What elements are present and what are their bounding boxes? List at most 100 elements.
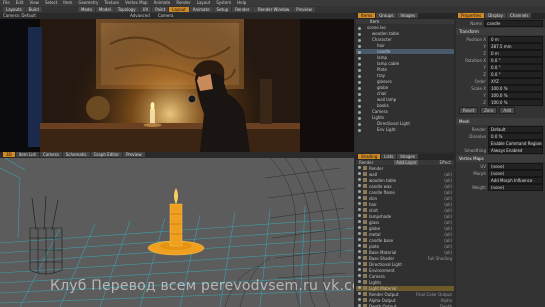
layout-tab-uv[interactable]: UV (139, 7, 152, 12)
visibility-eye-icon[interactable] (358, 256, 361, 259)
menu-item-file[interactable]: File (3, 0, 10, 5)
camera-label[interactable]: Camera: Default (3, 13, 36, 18)
vertex-0-field[interactable]: (none) (488, 162, 543, 170)
visibility-eye-icon[interactable] (358, 68, 361, 72)
vertex-2-field[interactable]: Add Morph Influence (488, 176, 543, 184)
transform-3-field[interactable]: 0.0 ° (488, 56, 543, 64)
items-tab-items[interactable]: Items (358, 13, 376, 18)
visibility-eye-icon[interactable] (358, 86, 361, 90)
menu-item-select[interactable]: Select (45, 0, 57, 5)
transform-9-field[interactable]: 100.0 % (488, 98, 543, 106)
visibility-eye-icon[interactable] (358, 244, 361, 247)
visibility-eye-icon[interactable] (358, 128, 361, 132)
menu-item-layout[interactable]: Layout (197, 0, 211, 5)
render-viewport[interactable]: Camera: Default Advanced Camera (0, 13, 354, 152)
menu-item-view[interactable]: View (29, 0, 39, 5)
visibility-eye-icon[interactable] (358, 44, 361, 48)
menu-item-system[interactable]: System (216, 0, 231, 5)
transform-4-field[interactable]: 0.0 ° (488, 63, 543, 71)
visibility-eye-icon[interactable] (358, 122, 361, 126)
menu-item-animate[interactable]: Animate (154, 0, 171, 5)
visibility-eye-icon[interactable] (358, 208, 361, 211)
reset-button[interactable]: Reset (459, 107, 479, 114)
layout-tab-animate[interactable]: Animate (189, 7, 213, 12)
visibility-eye-icon[interactable] (358, 274, 361, 277)
viewport-option-camera[interactable]: Camera (158, 13, 174, 18)
transform-6-field[interactable]: XYZ (488, 77, 543, 85)
mesh-3-field[interactable]: Always Enabled (488, 146, 543, 154)
wireframe-viewport[interactable]: 3D Item List Camera Schematic Graph Editor Pr… (0, 152, 354, 307)
visibility-eye-icon[interactable] (358, 262, 361, 265)
menu-item-help[interactable]: Help (237, 0, 246, 5)
visibility-eye-icon[interactable] (358, 32, 361, 36)
layout-tab-model[interactable]: Model (95, 7, 114, 12)
properties-tab-channels[interactable]: Channels (506, 13, 532, 18)
visibility-eye-icon[interactable] (358, 202, 361, 205)
vertex-1-field[interactable]: (none) (488, 169, 543, 177)
visibility-eye-icon[interactable] (358, 220, 361, 223)
visibility-eye-icon[interactable] (358, 56, 361, 60)
visibility-eye-icon[interactable] (358, 62, 361, 66)
mesh-1-field[interactable]: 0.0 % (488, 132, 543, 140)
visibility-eye-icon[interactable] (358, 92, 361, 96)
layout-tab-topology[interactable]: Topology (114, 7, 139, 12)
toolbar-layouts-button[interactable]: Layouts (3, 7, 25, 12)
visibility-eye-icon[interactable] (358, 238, 361, 241)
mesh-section[interactable]: Mesh (456, 118, 545, 125)
layout-tab-paint[interactable]: Paint (152, 7, 169, 12)
viewport-tab-preview[interactable]: Preview (123, 152, 145, 157)
visibility-eye-icon[interactable] (358, 286, 361, 289)
visibility-eye-icon[interactable] (358, 110, 361, 114)
shader-tab-lists[interactable]: Lists (381, 154, 397, 159)
shader-tab-shading[interactable]: Shading (358, 154, 381, 159)
viewport-tab-item-list[interactable]: Item List (15, 152, 39, 157)
visibility-eye-icon[interactable] (358, 196, 361, 199)
mesh-2-field[interactable]: Enable Command Regions (488, 139, 543, 147)
transform-0-field[interactable]: 0 m (488, 35, 543, 43)
viewport-option-advanced[interactable]: Advanced (130, 13, 150, 18)
visibility-eye-icon[interactable] (358, 298, 361, 301)
toolbar-build-button[interactable]: Build (25, 7, 42, 12)
shader-tab-images[interactable]: Images (397, 154, 418, 159)
item-row[interactable]: Env Light (356, 127, 454, 133)
visibility-eye-icon[interactable] (358, 166, 361, 169)
visibility-eye-icon[interactable] (358, 26, 361, 30)
layout-tab-modo[interactable]: Modo (78, 7, 95, 12)
viewport-tab-camera[interactable]: Camera (40, 152, 62, 157)
zero-button[interactable]: Zero (480, 107, 498, 114)
items-tab-images[interactable]: Images (397, 13, 419, 18)
transform-2-field[interactable]: 0 m (488, 49, 543, 57)
visibility-eye-icon[interactable] (358, 178, 361, 181)
visibility-eye-icon[interactable] (358, 184, 361, 187)
menu-item-geometry[interactable]: Geometry (78, 0, 98, 5)
transform-section[interactable]: Transform (456, 28, 545, 35)
visibility-eye-icon[interactable] (358, 38, 361, 42)
properties-tab-properties[interactable]: Properties (458, 13, 485, 18)
properties-tab-display[interactable]: Display (485, 13, 506, 18)
transform-5-field[interactable]: 0.0 ° (488, 70, 543, 78)
transform-7-field[interactable]: 100.0 % (488, 84, 543, 92)
menu-item-item[interactable]: Item (63, 0, 72, 5)
item-name-field[interactable]: candle (484, 20, 543, 27)
viewport-tab-3d[interactable]: 3D (3, 152, 15, 157)
layout-tab-render[interactable]: Render (232, 7, 253, 12)
visibility-eye-icon[interactable] (358, 268, 361, 271)
transform-8-field[interactable]: 100.0 % (488, 91, 543, 99)
toolbar-render-window-button[interactable]: Render Window (255, 7, 293, 12)
visibility-eye-icon[interactable] (358, 226, 361, 229)
visibility-eye-icon[interactable] (358, 280, 361, 283)
items-tab-groups[interactable]: Groups (376, 13, 397, 18)
menu-item-texture[interactable]: Texture (104, 0, 119, 5)
visibility-eye-icon[interactable] (358, 98, 361, 102)
add-button[interactable]: Add (499, 107, 516, 114)
visibility-eye-icon[interactable] (358, 50, 361, 54)
menu-item-edit[interactable]: Edit (16, 0, 24, 5)
mesh-0-field[interactable]: Default (488, 125, 543, 133)
visibility-eye-icon[interactable] (358, 104, 361, 108)
visibility-eye-icon[interactable] (358, 80, 361, 84)
toolbar-preview-button[interactable]: Preview (293, 7, 315, 12)
layout-tab-layout[interactable]: Layout (169, 7, 189, 12)
viewport-tab-graph-editor[interactable]: Graph Editor (90, 152, 123, 157)
visibility-eye-icon[interactable] (358, 232, 361, 235)
visibility-eye-icon[interactable] (358, 250, 361, 253)
